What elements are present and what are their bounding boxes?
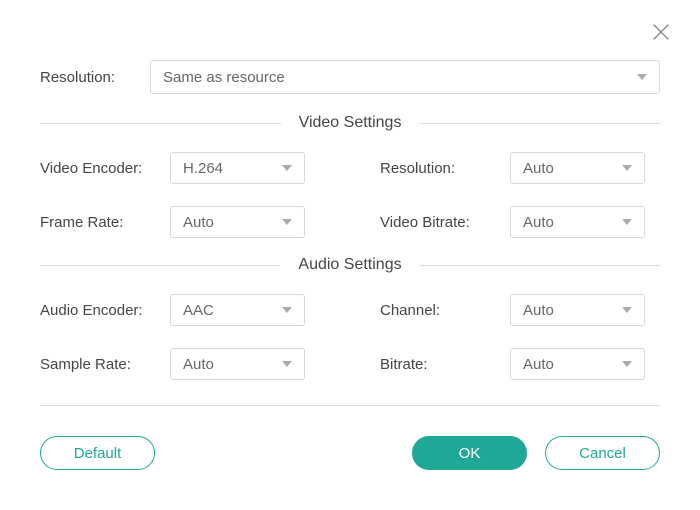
- video-encoder-label: Video Encoder:: [40, 160, 170, 177]
- cancel-button[interactable]: Cancel: [545, 436, 660, 470]
- audio-encoder-label: Audio Encoder:: [40, 302, 170, 319]
- sample-rate-row: Sample Rate: Auto: [40, 348, 320, 380]
- divider-line: [40, 123, 281, 124]
- channel-value: Auto: [523, 302, 554, 319]
- button-row: Default OK Cancel: [40, 436, 660, 470]
- video-section-title: Video Settings: [281, 114, 420, 132]
- video-resolution-row: Resolution: Auto: [380, 152, 660, 184]
- channel-row: Channel: Auto: [380, 294, 660, 326]
- top-resolution-select[interactable]: Same as resource: [150, 60, 660, 94]
- chevron-down-icon: [622, 219, 632, 225]
- divider-line: [420, 265, 660, 266]
- frame-rate-row: Frame Rate: Auto: [40, 206, 320, 238]
- channel-select[interactable]: Auto: [510, 294, 645, 326]
- sample-rate-select[interactable]: Auto: [170, 348, 305, 380]
- audio-bitrate-select[interactable]: Auto: [510, 348, 645, 380]
- video-resolution-select[interactable]: Auto: [510, 152, 645, 184]
- audio-bitrate-row: Bitrate: Auto: [380, 348, 660, 380]
- chevron-down-icon: [282, 307, 292, 313]
- video-encoder-select[interactable]: H.264: [170, 152, 305, 184]
- audio-encoder-select[interactable]: AAC: [170, 294, 305, 326]
- frame-rate-value: Auto: [183, 214, 214, 231]
- audio-encoder-value: AAC: [183, 302, 214, 319]
- chevron-down-icon: [637, 74, 647, 80]
- audio-bitrate-value: Auto: [523, 356, 554, 373]
- audio-bitrate-label: Bitrate:: [380, 356, 510, 373]
- video-bitrate-label: Video Bitrate:: [380, 214, 510, 231]
- audio-section-divider: Audio Settings: [40, 256, 660, 274]
- video-encoder-value: H.264: [183, 160, 223, 177]
- video-bitrate-select[interactable]: Auto: [510, 206, 645, 238]
- video-bitrate-row: Video Bitrate: Auto: [380, 206, 660, 238]
- bottom-divider: [40, 405, 660, 406]
- close-button[interactable]: [647, 18, 675, 46]
- divider-line: [40, 265, 280, 266]
- video-resolution-value: Auto: [523, 160, 554, 177]
- video-encoder-row: Video Encoder: H.264: [40, 152, 320, 184]
- chevron-down-icon: [622, 361, 632, 367]
- video-section-divider: Video Settings: [40, 114, 660, 132]
- channel-label: Channel:: [380, 302, 510, 319]
- chevron-down-icon: [282, 219, 292, 225]
- frame-rate-select[interactable]: Auto: [170, 206, 305, 238]
- video-settings-grid: Video Encoder: H.264 Resolution: Auto Fr…: [40, 152, 660, 238]
- default-button[interactable]: Default: [40, 436, 155, 470]
- close-icon: [650, 21, 672, 43]
- audio-section-title: Audio Settings: [280, 256, 419, 274]
- top-resolution-row: Resolution: Same as resource: [40, 60, 660, 94]
- top-resolution-value: Same as resource: [163, 69, 285, 86]
- chevron-down-icon: [282, 361, 292, 367]
- top-resolution-label: Resolution:: [40, 69, 150, 86]
- audio-settings-grid: Audio Encoder: AAC Channel: Auto Sample …: [40, 294, 660, 380]
- audio-encoder-row: Audio Encoder: AAC: [40, 294, 320, 326]
- chevron-down-icon: [622, 165, 632, 171]
- divider-line: [419, 123, 660, 124]
- chevron-down-icon: [622, 307, 632, 313]
- video-resolution-label: Resolution:: [380, 160, 510, 177]
- ok-button[interactable]: OK: [412, 436, 527, 470]
- sample-rate-label: Sample Rate:: [40, 356, 170, 373]
- frame-rate-label: Frame Rate:: [40, 214, 170, 231]
- sample-rate-value: Auto: [183, 356, 214, 373]
- video-bitrate-value: Auto: [523, 214, 554, 231]
- chevron-down-icon: [282, 165, 292, 171]
